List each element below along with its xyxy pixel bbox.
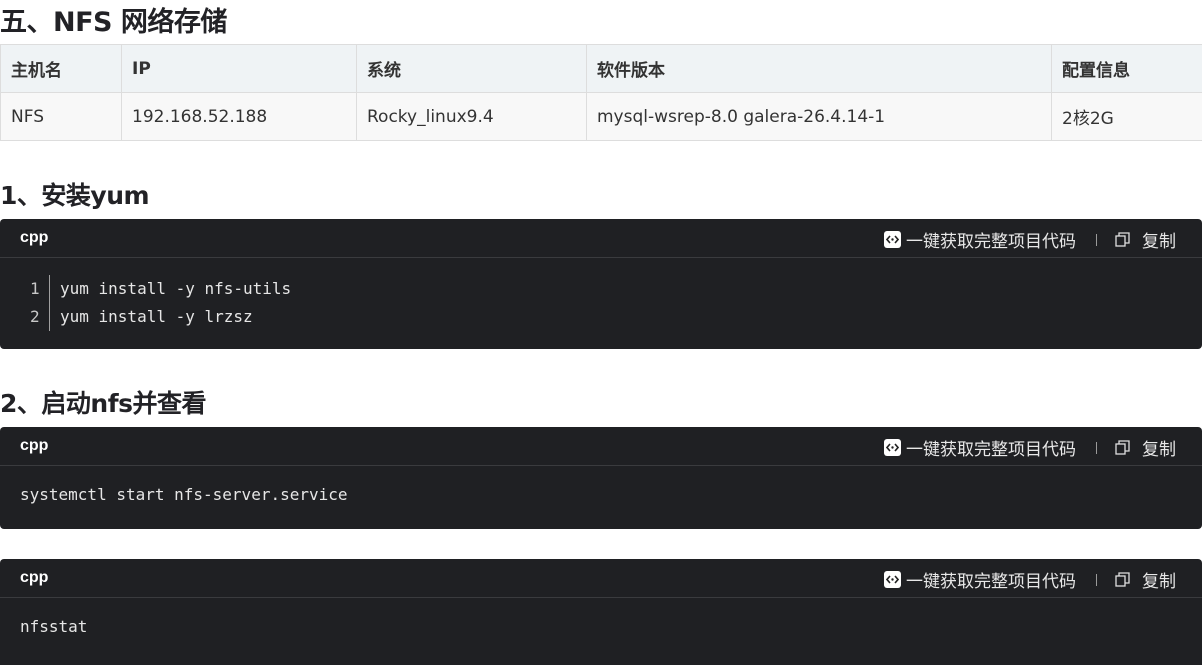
get-project-code-link[interactable]: 一键获取完整项目代码 xyxy=(906,227,1076,252)
get-project-code-link[interactable]: 一键获取完整项目代码 xyxy=(906,567,1076,592)
article-content: 五、NFS 网络存储 主机名 IP 系统 软件版本 配置信息 NFS 192.1… xyxy=(0,0,1202,665)
code-language: cpp xyxy=(20,569,49,586)
header-software-version: 软件版本 xyxy=(586,44,1052,93)
copy-icon[interactable] xyxy=(1115,440,1130,455)
copy-icon[interactable] xyxy=(1115,572,1130,587)
code-toolbar: 一键获取完整项目代码 复制 xyxy=(884,567,1176,592)
code-block-install: cpp 一键获取完整项目代码 复制 1 2 yum install -y nfs… xyxy=(0,219,1202,349)
table-row: NFS 192.168.52.188 Rocky_linux9.4 mysql-… xyxy=(0,92,1202,141)
code-header: cpp 一键获取完整项目代码 复制 xyxy=(0,559,1202,598)
project-code-icon[interactable] xyxy=(884,439,901,456)
copy-button[interactable]: 复制 xyxy=(1142,435,1176,460)
copy-button[interactable]: 复制 xyxy=(1142,227,1176,252)
header-hostname: 主机名 xyxy=(0,44,122,93)
code-line: yum install -y lrzsz xyxy=(60,307,253,326)
code-block-start-nfs: cpp 一键获取完整项目代码 复制 systemctl start nfs-se… xyxy=(0,427,1202,529)
code-block-nfsstat: cpp 一键获取完整项目代码 复制 nfsstat xyxy=(0,559,1202,665)
cell-hostname: NFS xyxy=(0,92,122,141)
section-title: 五、NFS 网络存储 xyxy=(0,7,227,38)
line-number: 1 xyxy=(30,279,40,298)
cell-ip: 192.168.52.188 xyxy=(121,92,357,141)
line-number: 2 xyxy=(30,307,40,326)
copy-button[interactable]: 复制 xyxy=(1142,567,1176,592)
project-code-icon[interactable] xyxy=(884,571,901,588)
cell-software-version: mysql-wsrep-8.0 galera-26.4.14-1 xyxy=(586,92,1052,141)
line-numbers: 1 2 xyxy=(24,275,50,331)
get-project-code-link[interactable]: 一键获取完整项目代码 xyxy=(906,435,1076,460)
code-toolbar: 一键获取完整项目代码 复制 xyxy=(884,435,1176,460)
cell-system: Rocky_linux9.4 xyxy=(356,92,587,141)
code-language: cpp xyxy=(20,437,49,454)
step2-title: 2、启动nfs并查看 xyxy=(0,389,206,418)
cell-config: 2核2G xyxy=(1051,92,1202,141)
code-header: cpp 一键获取完整项目代码 复制 xyxy=(0,427,1202,466)
code-lines: yum install -y nfs-utils yum install -y … xyxy=(60,275,291,331)
step1-title: 1、安装yum xyxy=(0,181,150,210)
copy-icon[interactable] xyxy=(1115,232,1130,247)
code-line: nfsstat xyxy=(20,617,88,636)
toolbar-divider xyxy=(1096,441,1097,454)
toolbar-divider xyxy=(1096,573,1097,586)
code-language: cpp xyxy=(20,229,49,246)
toolbar-divider xyxy=(1096,233,1097,246)
code-toolbar: 一键获取完整项目代码 复制 xyxy=(884,227,1176,252)
header-system: 系统 xyxy=(356,44,587,93)
header-config: 配置信息 xyxy=(1051,44,1202,93)
code-line: systemctl start nfs-server.service xyxy=(20,485,348,504)
header-ip: IP xyxy=(121,44,357,93)
table-header-row: 主机名 IP 系统 软件版本 配置信息 xyxy=(0,44,1202,93)
code-line: yum install -y nfs-utils xyxy=(60,279,292,298)
host-info-table: 主机名 IP 系统 软件版本 配置信息 NFS 192.168.52.188 R… xyxy=(0,44,1202,141)
code-header: cpp 一键获取完整项目代码 复制 xyxy=(0,219,1202,258)
project-code-icon[interactable] xyxy=(884,231,901,248)
